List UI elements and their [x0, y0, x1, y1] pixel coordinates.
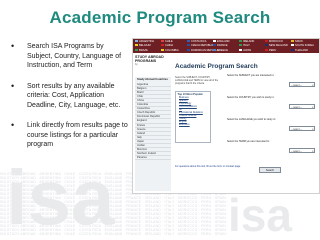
bullet-item: • Link directly from results page to cour… — [8, 120, 130, 150]
bullet-list: • Search ISA Programs by Subject, Country… — [8, 41, 130, 161]
page-title: Academic Program Search — [175, 63, 258, 70]
sidebar-item[interactable]: Panama — [135, 156, 171, 161]
country-label: Select the COUNTRY you wish to study in: — [227, 96, 275, 99]
language-select[interactable]: -- select -- ▾ — [289, 126, 315, 131]
flag-link[interactable]: FRANCE — [213, 44, 228, 48]
flag-link[interactable]: SOUTH KOREA — [291, 44, 314, 48]
website-screenshot: ARGENTINA CHILE COSTA RICA ENGLAND IRELA… — [132, 38, 320, 194]
country-select[interactable]: -- select -- ▾ — [289, 104, 315, 109]
watermark-logo: isa — [6, 168, 115, 240]
flag-link[interactable]: ARGENTINA — [135, 39, 154, 44]
site-logo-title: STUDY ABROAD PROGRAMS — [135, 55, 164, 64]
watermark-logo: isa — [228, 189, 292, 240]
flag-link[interactable]: COLOMBIA — [161, 48, 179, 53]
chevron-down-icon: ▾ — [312, 84, 314, 87]
flag-link[interactable]: COSTA RICA — [187, 39, 207, 44]
slide-title: Academic Program Search — [49, 8, 271, 27]
country-sidebar: Study Abroad Countries Argentina Belgium… — [135, 77, 171, 191]
flag-link[interactable]: ENGLAND — [213, 39, 230, 44]
popular-subjects-box: Top 10 Most Popular Business Spanish Psy… — [175, 91, 211, 143]
flag-link[interactable]: NEW ZEALAND — [265, 44, 288, 48]
flag-link[interactable]: SPAIN — [291, 39, 303, 44]
flag-link[interactable]: GREECE — [213, 48, 228, 53]
flag-link[interactable]: ITALY — [239, 44, 250, 48]
flag-link[interactable]: JAPAN — [239, 48, 251, 53]
flag-link[interactable]: MOROCCO — [265, 39, 283, 44]
chevron-down-icon: ▾ — [312, 150, 314, 153]
subject-select[interactable]: -- select -- ▾ — [289, 82, 315, 87]
bullet-dot: • — [11, 41, 15, 51]
bullet-text: Link directly from results page to cours… — [27, 122, 128, 148]
popular-subject-link[interactable]: Education — [176, 123, 210, 127]
bullet-item: • Sort results by any available criteria:… — [8, 80, 130, 111]
term-label: Select the TERM you are interested in: — [227, 140, 270, 143]
footer-link[interactable]: For questions about this tool, fill out … — [175, 165, 263, 168]
flag-link[interactable]: CHINA — [161, 44, 173, 48]
site-logo[interactable]: STUDY ABROAD PROGRAMS by — [135, 55, 171, 75]
site-logo-byline: by — [135, 63, 138, 67]
chevron-down-icon: ▾ — [312, 128, 314, 131]
bullet-text: Sort results by any available criteria: … — [27, 82, 121, 109]
bullet-item: • Search ISA Programs by Subject, Country… — [8, 41, 130, 71]
flag-link[interactable]: THAILAND — [291, 48, 308, 53]
flag-link[interactable]: BRAZIL — [135, 48, 148, 53]
subject-label: Select the SUBJECT you are interested in… — [227, 74, 275, 77]
flag-link[interactable]: CZECH REPUBLIC — [187, 44, 214, 48]
chevron-down-icon: ▾ — [312, 106, 314, 109]
flag-link[interactable]: CHILE — [161, 39, 173, 44]
bullet-text: Search ISA Programs by Subject, Country,… — [27, 43, 122, 69]
flag-link[interactable]: IRELAND — [239, 39, 254, 44]
language-label: Select the LANGUAGE you wish to study in… — [227, 118, 276, 121]
flag-link[interactable]: PERU — [265, 48, 276, 53]
search-form: Select the SUBJECT you are interested in… — [227, 74, 317, 177]
country-flag-bar: ARGENTINA CHILE COSTA RICA ENGLAND IRELA… — [133, 39, 319, 53]
flag-link[interactable]: BELGIUM — [135, 44, 151, 48]
bullet-dot: • — [11, 80, 15, 91]
bullet-dot: • — [11, 120, 15, 130]
term-select[interactable]: -- select -- ▾ — [289, 148, 315, 153]
intro-text: Select the SUBJECT, COUNTRY, LANGUAGE an… — [175, 76, 219, 85]
